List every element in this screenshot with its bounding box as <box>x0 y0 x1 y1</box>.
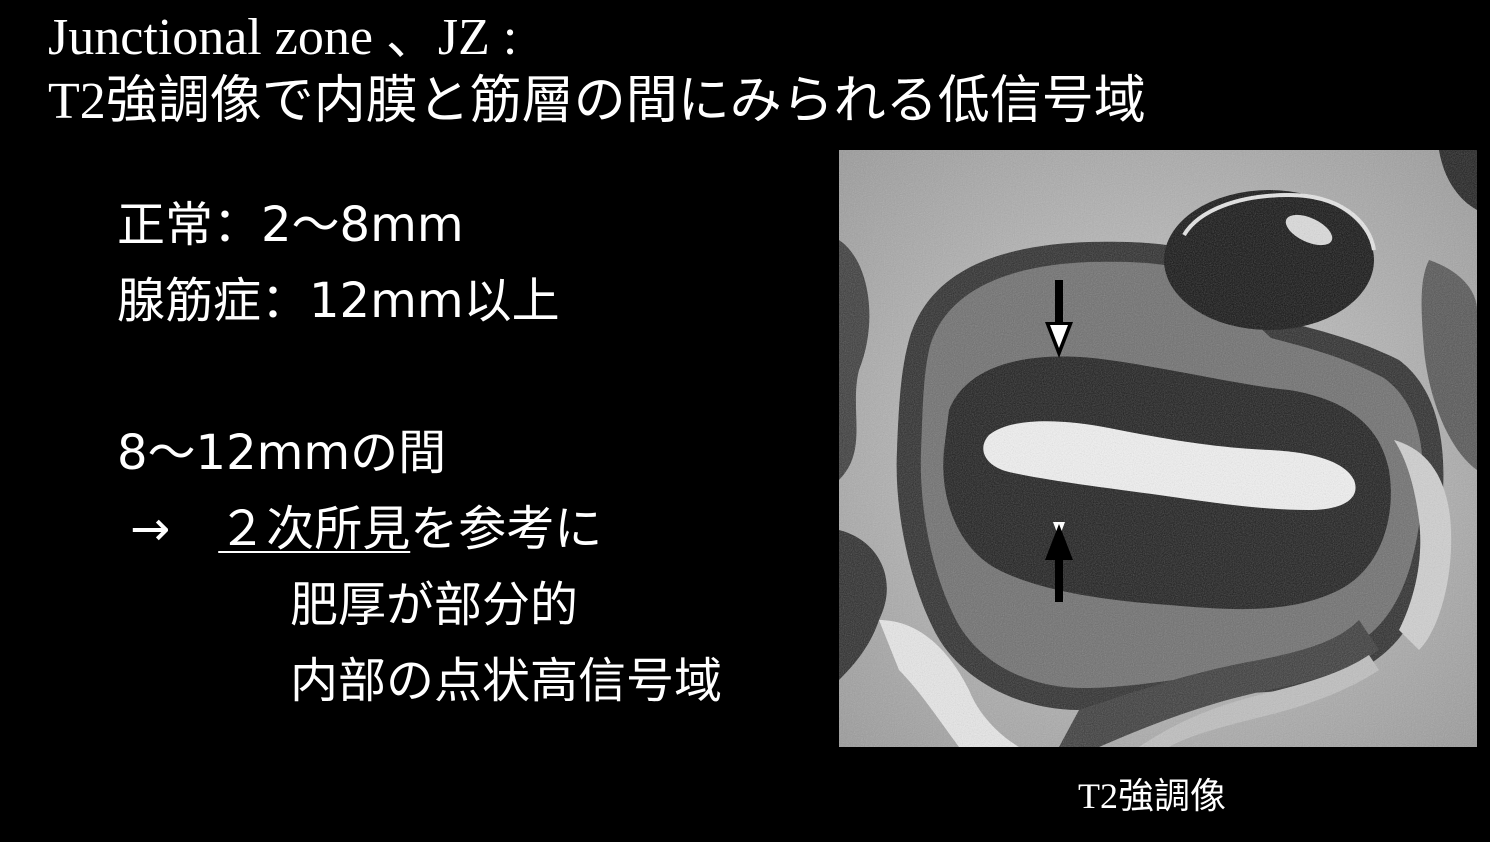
mri-t2-image <box>839 150 1477 747</box>
image-caption: T2強調像 <box>1078 776 1226 816</box>
intermediate-range-text: 8～12mmの間 <box>117 425 447 481</box>
normal-range-text: 正常：2～8mm <box>117 197 464 253</box>
secondary-findings-rest: を参考に <box>410 501 603 557</box>
slide-title-line-2: T2強調像で内膜と筋層の間にみられる低信号域 <box>48 73 1146 130</box>
adenomyosis-range-text: 腺筋症：12mm以上 <box>117 273 560 329</box>
slide-title-line-1: Junctional zone 、JZ : <box>48 9 518 66</box>
secondary-findings-link-text: ２次所見 <box>218 501 411 557</box>
finding-partial-thickening: 肥厚が部分的 <box>290 577 579 633</box>
finding-punctate-high-signal: 内部の点状高信号域 <box>290 653 723 709</box>
secondary-findings-line: → ２次所見を参考に <box>130 500 602 558</box>
right-arrow-glyph: → <box>130 501 171 557</box>
